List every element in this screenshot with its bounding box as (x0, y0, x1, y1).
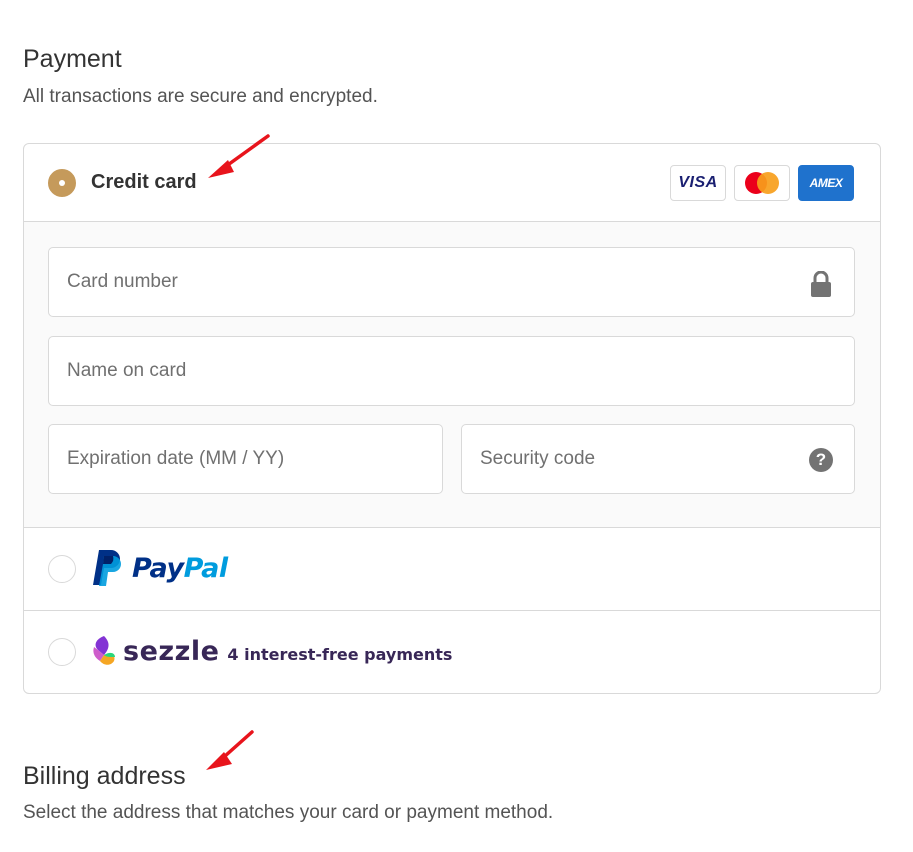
payment-methods-box: Credit card VISA AMEX Card number Name o… (23, 143, 881, 694)
paypal-logo: PayPal (91, 550, 228, 586)
annotation-arrow (206, 730, 254, 770)
visa-logo-text: VISA (678, 174, 718, 191)
visa-logo: VISA (670, 165, 726, 201)
credit-card-fields: ? (24, 222, 880, 528)
card-number-input[interactable] (49, 248, 854, 316)
sezzle-radio[interactable] (48, 638, 76, 666)
name-on-card-field (48, 336, 855, 406)
lock-icon (811, 271, 831, 297)
name-on-card-input[interactable] (49, 337, 854, 405)
sezzle-word: sezzle (123, 635, 220, 667)
paypal-word-pay: Pay (132, 552, 184, 584)
mastercard-logo (734, 165, 790, 201)
payment-option-sezzle[interactable]: sezzle 4 interest-free payments (24, 611, 880, 693)
sezzle-mark-icon (93, 636, 115, 665)
credit-card-label: Credit card (91, 171, 197, 193)
amex-logo-text: AMEX (809, 176, 843, 190)
expiration-date-field (48, 424, 443, 494)
billing-address-title: Billing address (23, 762, 186, 790)
annotation-arrow (208, 134, 270, 178)
paypal-word-pal: Pal (183, 552, 229, 584)
sezzle-logo: sezzle 4 interest-free payments (91, 635, 452, 667)
payment-option-credit-card[interactable]: Credit card VISA AMEX (24, 144, 880, 222)
credit-card-radio[interactable] (48, 169, 76, 197)
billing-address-subtitle: Select the address that matches your car… (23, 802, 554, 823)
help-icon[interactable]: ? (809, 448, 833, 472)
card-number-field (48, 247, 855, 317)
card-brand-logos: VISA AMEX (670, 165, 854, 201)
payment-subtitle: All transactions are secure and encrypte… (23, 86, 378, 107)
payment-option-paypal[interactable]: PayPal (24, 528, 880, 611)
payment-title: Payment (23, 45, 122, 73)
expiration-date-input[interactable] (49, 425, 442, 493)
sezzle-tagline: 4 interest-free payments (227, 644, 453, 664)
paypal-mark-icon (93, 550, 121, 586)
security-code-field: ? (461, 424, 855, 494)
amex-logo: AMEX (798, 165, 854, 201)
security-code-input[interactable] (462, 425, 854, 493)
paypal-radio[interactable] (48, 555, 76, 583)
